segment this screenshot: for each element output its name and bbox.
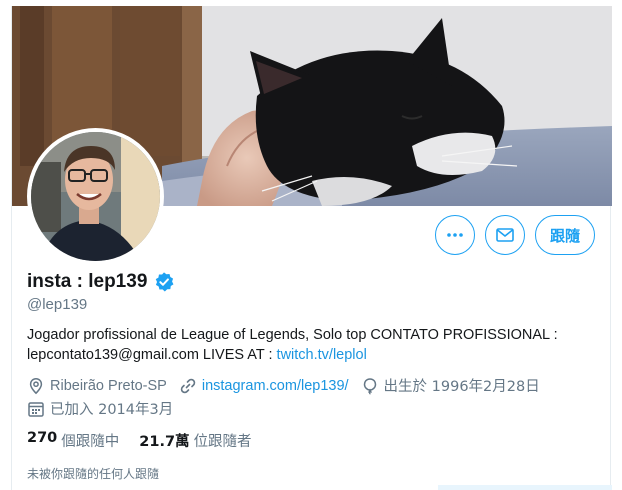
location-pin-icon: [29, 377, 43, 394]
location-text: Ribeirão Preto-SP: [50, 377, 167, 394]
following-label: 個跟隨中: [61, 434, 120, 450]
profile-meta: Ribeirão Preto-SP instagram.com/lep139/ …: [27, 375, 602, 419]
profile-card: 跟隨 insta : lep139 @lep139 Jogador profis…: [11, 6, 612, 490]
birthday: 出生於 1996年2月28日: [361, 375, 540, 396]
more-button[interactable]: [434, 215, 475, 255]
bio: Jogador profissional de League of Legend…: [27, 325, 602, 365]
location: Ribeirão Preto-SP: [27, 375, 167, 396]
avatar-image: [31, 132, 160, 261]
website: instagram.com/lep139/: [179, 375, 349, 396]
balloon-icon: [363, 377, 376, 395]
follow-button[interactable]: 跟隨: [534, 215, 595, 255]
more-dots-icon: [447, 233, 463, 237]
follow-stats: 270 個跟隨中 21.7萬 位跟隨者: [27, 430, 602, 451]
calendar-icon: [28, 401, 44, 417]
link-icon: [180, 378, 196, 393]
tab-indicator: [438, 485, 612, 490]
profile-actions: 跟隨: [434, 215, 595, 255]
followers-you-know: 未被你跟隨的任何人跟隨: [27, 467, 160, 481]
following-stat[interactable]: 270 個跟隨中: [27, 430, 119, 451]
envelope-icon: [496, 228, 514, 242]
website-link[interactable]: instagram.com/lep139/: [202, 378, 349, 394]
verified-badge-icon: [156, 272, 174, 292]
followers-label: 位跟隨者: [193, 434, 252, 450]
following-count: 270: [27, 430, 58, 446]
followers-stat[interactable]: 21.7萬 位跟隨者: [139, 430, 251, 451]
profile-info: insta : lep139 @lep139 Jogador profissio…: [27, 271, 602, 482]
joined-text: 已加入 2014年3月: [50, 402, 174, 418]
joined: 已加入 2014年3月: [27, 398, 173, 419]
profile-avatar[interactable]: [27, 128, 164, 265]
birthday-text: 出生於 1996年2月28日: [383, 379, 540, 395]
followers-count: 21.7萬: [139, 434, 190, 450]
display-name: insta : lep139: [27, 271, 148, 292]
handle: @lep139: [27, 296, 88, 313]
name-row: insta : lep139: [27, 271, 602, 293]
message-button[interactable]: [484, 215, 525, 255]
bio-link[interactable]: twitch.tv/leplol: [277, 347, 367, 363]
